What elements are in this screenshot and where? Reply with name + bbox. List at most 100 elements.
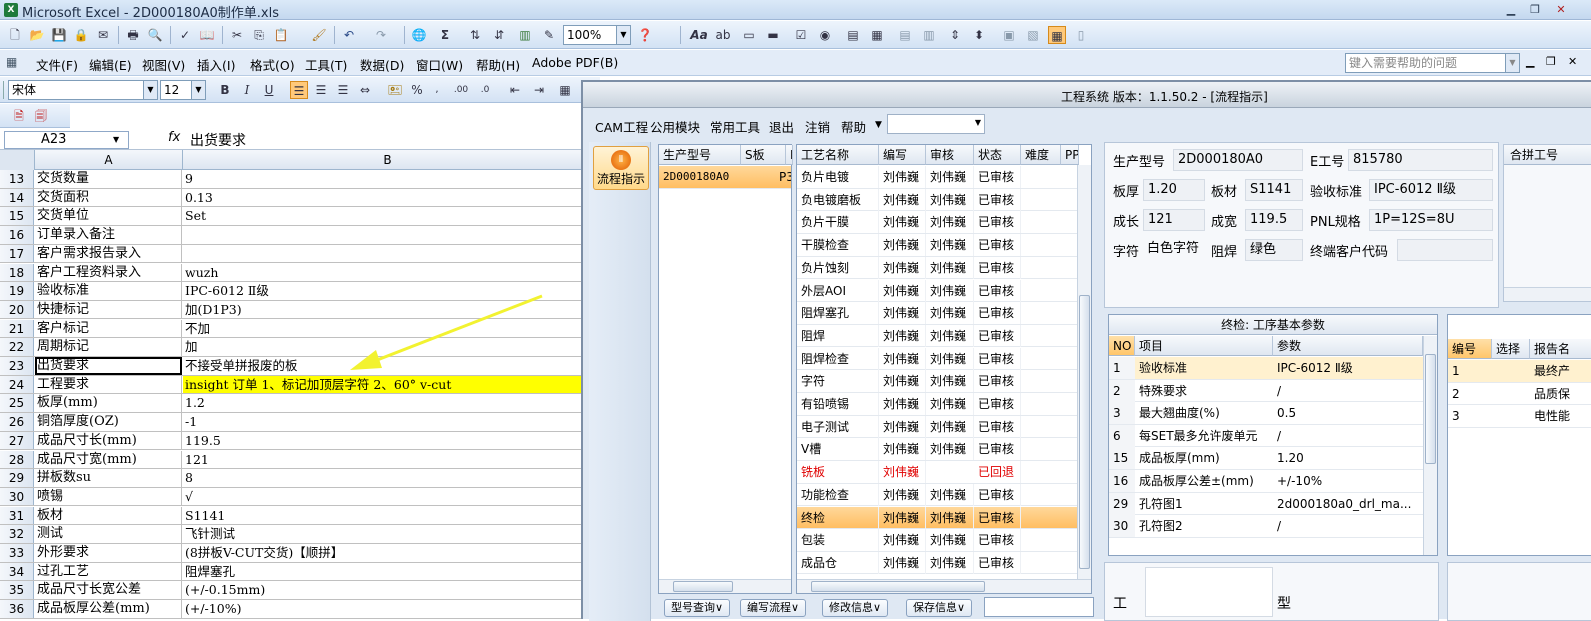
field-model[interactable]: 2D000180A0 bbox=[1173, 149, 1303, 171]
cell-b[interactable]: 119.5 bbox=[183, 432, 590, 450]
process-row[interactable]: 外层AOI 刘伟巍 刘伟巍 已审核 bbox=[797, 279, 1077, 303]
cell-b[interactable]: (+/-0.15mm) bbox=[183, 581, 590, 599]
format-painter-icon[interactable]: 🖌 bbox=[310, 26, 328, 44]
eng-menu-cam[interactable]: CAM工程 bbox=[595, 117, 648, 136]
modify-info-button[interactable]: 修改信息∨ bbox=[822, 599, 889, 617]
cell-a[interactable]: 成品尺寸宽(mm) bbox=[35, 450, 182, 469]
row-header[interactable]: 21 bbox=[0, 319, 34, 338]
field-character[interactable]: 白色字符 bbox=[1143, 239, 1205, 261]
cell-b[interactable]: Set bbox=[183, 207, 590, 225]
redo-icon[interactable]: ↷ bbox=[372, 26, 390, 44]
help-icon[interactable]: ❓ bbox=[636, 26, 654, 44]
scrollbar-control-icon[interactable]: ⇕ bbox=[946, 26, 964, 44]
new-icon[interactable]: 🗋 bbox=[6, 26, 24, 44]
process-row[interactable]: 阻焊 刘伟巍 刘伟巍 已审核 bbox=[797, 324, 1077, 348]
field-solder-mask[interactable]: 绿色 bbox=[1245, 239, 1303, 261]
cell-a[interactable]: 客户标记 bbox=[35, 319, 182, 338]
minimize-doc-button[interactable]: ▁ bbox=[1526, 55, 1534, 68]
param-row[interactable]: 16 成品板厚公差±(mm) +/-10% bbox=[1109, 470, 1423, 493]
scroll-thumb[interactable] bbox=[1425, 354, 1436, 464]
field-length[interactable]: 121 bbox=[1143, 209, 1205, 231]
decrease-indent-icon[interactable]: ⇤ bbox=[506, 81, 524, 99]
cell-a[interactable]: 板厚(mm) bbox=[35, 394, 182, 412]
cell-b[interactable] bbox=[183, 245, 590, 263]
row-header[interactable]: 13 bbox=[0, 170, 34, 188]
merge-center-icon[interactable]: ⇔ bbox=[356, 81, 374, 99]
cell-a[interactable]: 测试 bbox=[35, 525, 182, 543]
cell-a[interactable]: 成品板厚公差(mm) bbox=[35, 600, 182, 618]
cell-b[interactable]: 飞针测试 bbox=[183, 525, 590, 543]
field-thickness[interactable]: 1.20 bbox=[1143, 179, 1205, 201]
chart-wizard-icon[interactable]: ▥ bbox=[516, 26, 534, 44]
cell-b[interactable]: (8拼板V-CUT交货)【顺拼】 bbox=[183, 544, 590, 562]
cell-b[interactable]: √ bbox=[183, 488, 590, 506]
report-row[interactable]: 3✓电性能 bbox=[1448, 405, 1591, 428]
restore-doc-button[interactable]: ❐ bbox=[1546, 55, 1556, 68]
sort-ascending-icon[interactable]: ⇅ bbox=[466, 26, 484, 44]
cell-b[interactable]: 8 bbox=[183, 469, 590, 487]
cell-a[interactable]: 客户需求报告录入 bbox=[35, 244, 182, 263]
process-row[interactable]: 终检 刘伟巍 刘伟巍 已审核 bbox=[797, 506, 1077, 530]
cell-a[interactable]: 工程要求 bbox=[35, 375, 182, 394]
scroll-thumb[interactable] bbox=[1079, 295, 1090, 569]
edit-code-icon[interactable]: ▧ bbox=[1024, 26, 1042, 44]
row-header[interactable]: 19 bbox=[0, 282, 34, 300]
toggle-grid-icon[interactable]: ▦ bbox=[1048, 26, 1066, 44]
cell-b[interactable]: 121 bbox=[183, 451, 590, 469]
hyperlink-icon[interactable]: 🌐 bbox=[410, 26, 428, 44]
row-header[interactable]: 18 bbox=[0, 263, 34, 282]
col-report-select[interactable]: 选择 bbox=[1492, 339, 1530, 359]
process-row[interactable]: 负片干膜 刘伟巍 刘伟巍 已审核 bbox=[797, 211, 1077, 234]
param-row[interactable]: 2 特殊要求 / bbox=[1109, 379, 1423, 403]
open-icon[interactable]: 📂 bbox=[28, 26, 46, 44]
row-header[interactable]: 28 bbox=[0, 450, 34, 469]
combobox-icon[interactable]: ▦ bbox=[868, 26, 886, 44]
menu-format[interactable]: 格式(O) bbox=[250, 55, 295, 74]
param-row[interactable]: 6 每SET最多允许废单元 / bbox=[1109, 424, 1423, 448]
param-row[interactable]: 1 验收标准 IPC-6012 Ⅱ级 bbox=[1109, 357, 1423, 380]
minimize-button[interactable]: ▁ bbox=[1500, 2, 1522, 18]
cell-b[interactable]: S1141 bbox=[183, 507, 590, 525]
param-vscroll[interactable] bbox=[1423, 336, 1437, 555]
process-row[interactable]: 成品仓 刘伟巍 刘伟巍 已审核 bbox=[797, 551, 1077, 575]
row-header[interactable]: 36 bbox=[0, 600, 34, 618]
cell-a[interactable]: 成品尺寸长(mm) bbox=[35, 431, 182, 450]
row-header[interactable]: 29 bbox=[0, 469, 34, 487]
process-row[interactable]: 功能检查 刘伟巍 刘伟巍 已审核 bbox=[797, 483, 1077, 507]
process-row[interactable]: 有铅喷锡 刘伟巍 刘伟巍 已审核 bbox=[797, 393, 1077, 416]
cell-a[interactable]: 过孔工艺 bbox=[35, 562, 182, 581]
col-param[interactable]: 参数 bbox=[1273, 336, 1423, 356]
bottom-field-1[interactable] bbox=[1145, 567, 1273, 617]
scroll-thumb[interactable] bbox=[811, 581, 985, 592]
process-row[interactable]: 干膜检查 刘伟巍 刘伟巍 已审核 bbox=[797, 234, 1077, 257]
menu-data[interactable]: 数据(D) bbox=[360, 55, 404, 74]
paste-icon[interactable]: 📋 bbox=[272, 26, 290, 44]
text-style-icon[interactable]: Aa bbox=[690, 26, 708, 44]
field-eno[interactable]: 815780 bbox=[1348, 149, 1493, 171]
close-button[interactable]: ✕ bbox=[1550, 2, 1572, 18]
comma-style-icon[interactable]: , bbox=[428, 81, 446, 99]
process-row[interactable]: 负片电镀 刘伟巍 刘伟巍 已审核 bbox=[797, 166, 1077, 189]
model-query-button[interactable]: 型号查询∨ bbox=[664, 599, 731, 617]
formula-input[interactable]: 出货要求 bbox=[190, 130, 246, 150]
cell-b[interactable]: (+/-10%) bbox=[183, 600, 590, 618]
model-list-hscroll[interactable] bbox=[659, 579, 791, 593]
font-size-select[interactable]: 12 ▼ bbox=[160, 80, 206, 100]
fx-icon[interactable]: fx bbox=[168, 130, 180, 145]
write-flow-button[interactable]: 编写流程∨ bbox=[740, 599, 807, 617]
cell-a[interactable]: 外形要求 bbox=[35, 544, 182, 562]
borders-icon[interactable]: ▦ bbox=[556, 81, 574, 99]
font-name-select[interactable]: 宋体 ▼ bbox=[8, 80, 158, 100]
italic-icon[interactable]: I bbox=[238, 81, 256, 99]
email-icon[interactable]: ✉ bbox=[94, 26, 112, 44]
param-row[interactable]: 3 最大翘曲度(%) 0.5 bbox=[1109, 402, 1423, 425]
save-info-button[interactable]: 保存信息∨ bbox=[906, 599, 973, 617]
help-search-input[interactable]: 键入需要帮助的问题 ▼ bbox=[1345, 53, 1520, 73]
cell-a[interactable]: 板材 bbox=[35, 506, 182, 525]
row-header[interactable]: 32 bbox=[0, 525, 34, 543]
select-all-corner[interactable] bbox=[0, 150, 35, 170]
eng-menu-help[interactable]: 帮助 bbox=[841, 117, 866, 136]
decrease-decimal-icon[interactable]: .0 bbox=[476, 81, 494, 99]
flow-indicator-button[interactable]: Ⅱ 流程指示 bbox=[593, 146, 649, 190]
param-row[interactable]: 29 孔符图1 2d000180a0_drl_ma... bbox=[1109, 492, 1423, 516]
